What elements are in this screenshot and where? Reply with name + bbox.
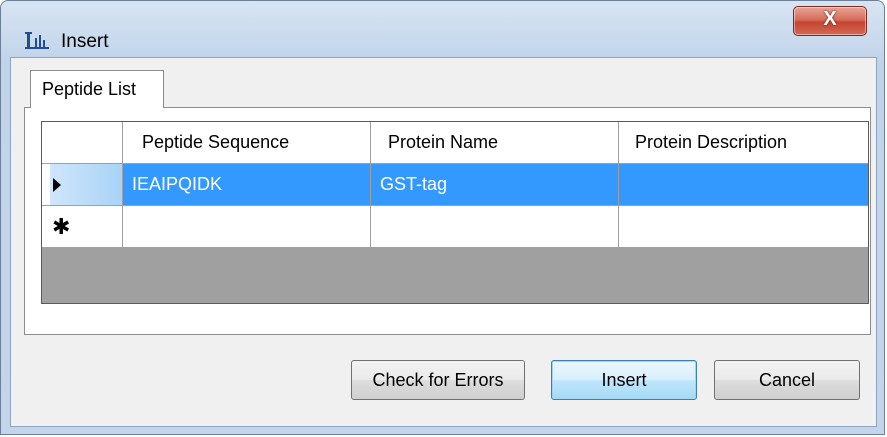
tab-panel: Peptide Sequence Protein Name Protein De… bbox=[24, 107, 871, 335]
new-row[interactable]: ✱ bbox=[42, 206, 868, 248]
grid-header-row: Peptide Sequence Protein Name Protein De… bbox=[42, 122, 868, 164]
cell-protein-description[interactable] bbox=[619, 206, 868, 248]
column-header-protein-name[interactable]: Protein Name bbox=[371, 122, 619, 164]
new-row-asterisk-icon: ✱ bbox=[52, 213, 71, 239]
insert-button[interactable]: Insert bbox=[551, 360, 697, 400]
tab-label: Peptide List bbox=[42, 79, 137, 99]
column-header-protein-description[interactable]: Protein Description bbox=[619, 122, 868, 164]
current-row-arrow-icon bbox=[53, 177, 61, 192]
grid-corner-header[interactable] bbox=[42, 122, 123, 164]
table-row[interactable]: IEAIPQIDK GST-tag bbox=[42, 164, 868, 206]
check-for-errors-button[interactable]: Check for Errors bbox=[351, 360, 525, 400]
cell-protein-name[interactable]: GST-tag bbox=[371, 164, 619, 206]
dialog-client-area: Peptide List Peptide Sequence Protein Na… bbox=[10, 57, 877, 427]
close-icon: X bbox=[823, 8, 837, 30]
cell-protein-name[interactable] bbox=[371, 206, 619, 248]
window-title: Insert bbox=[61, 31, 109, 52]
app-icon bbox=[25, 32, 49, 49]
cell-peptide-sequence[interactable]: IEAIPQIDK bbox=[123, 164, 371, 206]
cell-protein-description[interactable] bbox=[619, 164, 868, 206]
row-header[interactable]: ✱ bbox=[42, 206, 123, 248]
insert-dialog: Insert X Peptide List Peptide Sequence P… bbox=[0, 0, 885, 435]
tab-peptide-list[interactable]: Peptide List bbox=[30, 70, 164, 108]
cancel-button[interactable]: Cancel bbox=[714, 360, 860, 400]
cell-peptide-sequence[interactable] bbox=[123, 206, 371, 248]
peptide-grid[interactable]: Peptide Sequence Protein Name Protein De… bbox=[41, 121, 869, 304]
row-header[interactable] bbox=[42, 164, 123, 206]
column-header-peptide-sequence[interactable]: Peptide Sequence bbox=[123, 122, 371, 164]
close-button[interactable]: X bbox=[793, 6, 867, 36]
